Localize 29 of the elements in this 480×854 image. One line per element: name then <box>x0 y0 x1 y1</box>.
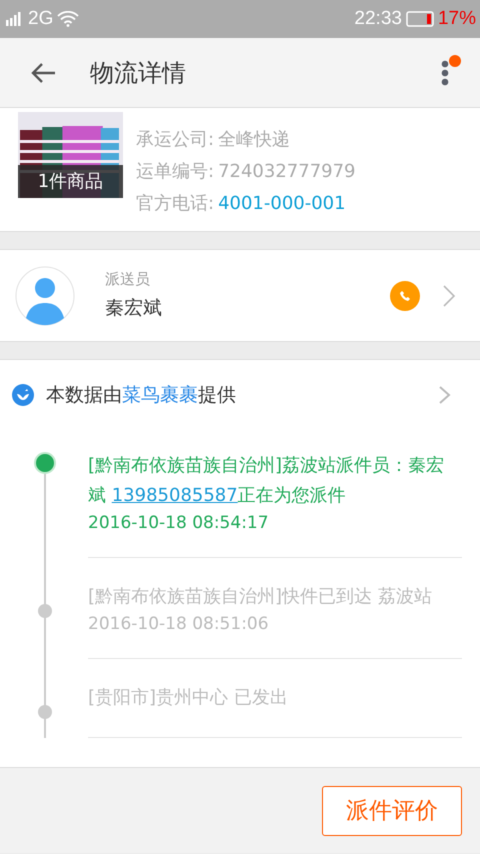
timeline-event-text: [贵阳市]贵州中心 已发出 <box>88 686 289 710</box>
courier-role: 派送员 <box>105 270 151 289</box>
wifi-icon <box>57 11 80 27</box>
timeline-event-time: 2016-10-18 08:54:17 <box>88 513 270 533</box>
detail-label: 承运公司: <box>136 128 214 152</box>
phone-link[interactable]: 13985085587 <box>112 485 238 506</box>
detail-label: 官方电话: <box>136 192 214 216</box>
timeline-event-text: [黔南布依族苗族自治州]快件已到达 荔波站 <box>88 585 433 609</box>
battery-icon <box>406 11 434 27</box>
courier-row[interactable]: 派送员 秦宏斌 <box>0 249 480 342</box>
detail-label: 运单编号: <box>136 160 214 184</box>
back-arrow-icon[interactable] <box>30 62 56 84</box>
avatar-icon <box>15 266 75 326</box>
battery-percent: 17% <box>438 8 476 30</box>
data-source-text: 本数据由菜鸟裹裹提供 <box>46 382 236 408</box>
timeline-event-time: 2016-10-18 08:51:06 <box>88 614 270 634</box>
timeline-event-text: [黔南布依族苗族自治州]荔波站派件员：秦宏斌 13985085587正在为您派件 <box>88 454 446 508</box>
network-type: 2G <box>28 8 54 30</box>
clock-time: 22:33 <box>354 8 402 30</box>
detail-value: 全峰快递 <box>218 128 290 152</box>
page-title: 物流详情 <box>90 58 186 88</box>
item-count-caption: 1件商品 <box>18 165 123 198</box>
courier-name: 秦宏斌 <box>105 296 162 321</box>
chevron-right-icon <box>442 284 456 308</box>
bird-logo-icon <box>12 384 34 406</box>
data-source-row[interactable]: 本数据由菜鸟裹裹提供 <box>0 359 480 429</box>
rate-delivery-button[interactable]: 派件评价 <box>322 786 462 836</box>
detail-value: 724032777979 <box>218 160 356 184</box>
phone-link[interactable]: 4001-000-001 <box>218 192 346 216</box>
